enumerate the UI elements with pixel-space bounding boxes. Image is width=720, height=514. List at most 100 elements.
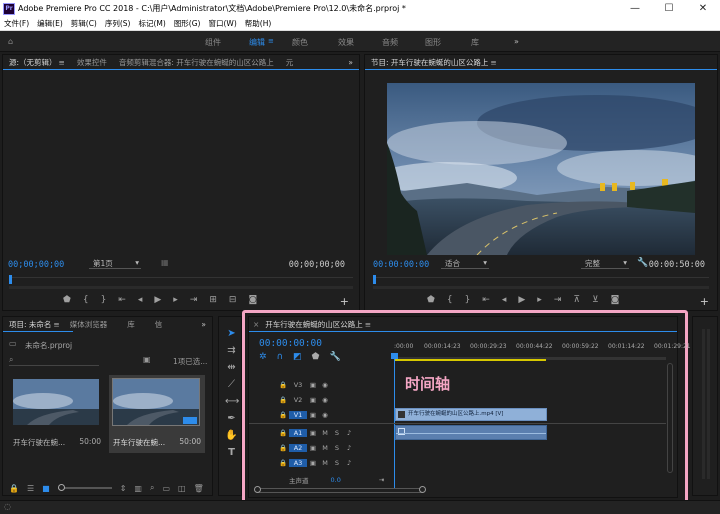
new-bin-icon[interactable]: ▣: [143, 355, 151, 364]
sync-lock-icon[interactable]: ▣: [307, 458, 319, 468]
minimize-button[interactable]: —: [618, 0, 652, 17]
time-ruler[interactable]: :00:00 00:00:14:23 00:00:29:23 00:00:44:…: [394, 343, 691, 355]
track-label[interactable]: A3: [289, 459, 307, 467]
step-forward-icon[interactable]: ▸: [173, 295, 178, 305]
workspace-color[interactable]: 颜色: [292, 37, 308, 48]
program-video-frame[interactable]: [387, 83, 695, 255]
lock-track-icon[interactable]: 🔒: [277, 428, 289, 438]
pen-tool-icon[interactable]: ✒: [225, 412, 238, 425]
track-label[interactable]: A1: [289, 429, 307, 437]
mic-icon[interactable]: ♪: [343, 458, 355, 468]
mark-in-icon[interactable]: {: [447, 295, 453, 305]
audio-clip[interactable]: [395, 425, 547, 440]
menu-sequence[interactable]: 序列(S): [101, 18, 135, 29]
new-item-icon[interactable]: ◫: [178, 484, 186, 493]
video-clip[interactable]: 开车行驶在蜿蜒的山区公路上.mp4 [V]: [395, 408, 547, 421]
mark-in-icon[interactable]: {: [83, 295, 89, 305]
program-timecode[interactable]: 00:00:00:00: [373, 260, 429, 270]
sync-lock-icon[interactable]: ▣: [307, 380, 319, 390]
camera-icon[interactable]: ◙: [248, 295, 257, 305]
sync-lock-icon[interactable]: ▣: [307, 428, 319, 438]
go-to-in-icon[interactable]: ⇤: [482, 295, 490, 305]
step-forward-icon[interactable]: ▸: [537, 295, 542, 305]
project-search-input[interactable]: ⌕: [9, 355, 99, 366]
mic-icon[interactable]: ♪: [343, 428, 355, 438]
tab-menu-icon[interactable]: ≡: [365, 320, 371, 329]
add-button-icon[interactable]: +: [700, 295, 709, 308]
lock-track-icon[interactable]: 🔒: [277, 458, 289, 468]
lock-track-icon[interactable]: 🔒: [277, 395, 289, 405]
project-item[interactable]: 开车行驶在蜿... 50:00: [109, 375, 205, 453]
type-tool-icon[interactable]: T: [225, 446, 238, 459]
find-icon[interactable]: ⌕: [150, 483, 154, 493]
scroll-handle-left[interactable]: [254, 486, 261, 493]
selection-tool-icon[interactable]: ➤: [225, 327, 238, 340]
add-marker-icon[interactable]: ⬟: [427, 295, 435, 305]
extract-icon[interactable]: ⊻: [592, 295, 599, 305]
mic-icon[interactable]: ♪: [343, 443, 355, 453]
maximize-button[interactable]: ☐: [652, 0, 686, 17]
overwrite-icon[interactable]: ⊟: [229, 295, 237, 305]
workspace-graphics[interactable]: 图形: [425, 37, 441, 48]
tab-libraries[interactable]: 库: [113, 319, 141, 330]
horizontal-scrollbar[interactable]: [254, 486, 426, 493]
home-icon[interactable]: ⌂: [8, 37, 13, 46]
step-back-icon[interactable]: ◂: [502, 295, 507, 305]
sync-lock-icon[interactable]: ▣: [307, 443, 319, 453]
source-playhead[interactable]: [9, 275, 12, 284]
tab-info[interactable]: 信: [141, 319, 169, 330]
track-label[interactable]: A2: [289, 444, 307, 452]
project-item[interactable]: 开车行驶在蜿... 50:00: [9, 375, 105, 453]
work-area-bar[interactable]: [394, 359, 546, 361]
tabs-more[interactable]: »: [195, 320, 212, 329]
menu-graphics[interactable]: 图形(G): [170, 18, 205, 29]
page-select[interactable]: 第1页 ▾: [89, 258, 141, 269]
add-marker-icon[interactable]: ⬟: [63, 295, 71, 305]
lock-track-icon[interactable]: 🔒: [277, 380, 289, 390]
tab-project[interactable]: 项目: 未命名: [3, 319, 57, 330]
tab-audio-clip-mixer[interactable]: 音频剪辑混合器: 开车行驶在蜿蜒的山区公路上: [113, 57, 280, 68]
sync-lock-icon[interactable]: ▣: [307, 395, 319, 405]
go-to-out-icon[interactable]: ⇥: [190, 295, 198, 305]
workspace-audio[interactable]: 音频: [382, 37, 398, 48]
go-to-out-icon[interactable]: ⇥: [554, 295, 562, 305]
mute-button[interactable]: M: [319, 428, 331, 438]
tab-program[interactable]: 节目: 开车行驶在蜿蜒的山区公路上: [365, 57, 494, 68]
source-scroll[interactable]: [9, 286, 353, 289]
lock-icon[interactable]: 🔒: [9, 484, 19, 493]
track-label[interactable]: V1: [289, 411, 307, 419]
menu-help[interactable]: 帮助(H): [241, 18, 276, 29]
sync-lock-icon[interactable]: ▣: [307, 410, 319, 420]
mark-out-icon[interactable]: }: [465, 295, 471, 305]
insert-icon[interactable]: ⊞: [209, 295, 217, 305]
lift-icon[interactable]: ⊼: [573, 295, 580, 305]
fit-select[interactable]: 适合 ▾: [441, 258, 489, 269]
menu-clip[interactable]: 剪辑(C): [67, 18, 101, 29]
tab-metadata[interactable]: 元: [280, 57, 300, 68]
tabs-more[interactable]: »: [342, 58, 359, 67]
play-icon[interactable]: ▶: [518, 295, 525, 305]
mark-out-icon[interactable]: }: [101, 295, 107, 305]
wrench-icon[interactable]: 🔧: [637, 258, 648, 268]
solo-button[interactable]: S: [331, 443, 343, 453]
menu-marker[interactable]: 标记(M): [134, 18, 169, 29]
scroll-handle-right[interactable]: [419, 486, 426, 493]
play-icon[interactable]: ▶: [154, 295, 161, 305]
quality-select[interactable]: 完整 ▾: [581, 258, 629, 269]
tab-effect-controls[interactable]: 效果控件: [65, 57, 113, 68]
workspace-effects[interactable]: 效果: [338, 37, 354, 48]
timeline-timecode[interactable]: 00:00:00:00: [259, 338, 322, 349]
tab-media-browser[interactable]: 媒体浏览器: [60, 319, 114, 330]
workspace-editing[interactable]: 编辑: [249, 37, 265, 48]
eye-icon[interactable]: ◉: [319, 395, 331, 405]
workspace-assembly[interactable]: 组件: [205, 37, 221, 48]
list-view-icon[interactable]: ☰: [27, 484, 34, 493]
solo-button[interactable]: S: [331, 428, 343, 438]
eye-icon[interactable]: ◉: [319, 380, 331, 390]
master-volume[interactable]: 0.0: [331, 476, 341, 484]
eye-icon[interactable]: ◉: [319, 410, 331, 420]
close-button[interactable]: ✕: [686, 0, 720, 17]
menu-edit[interactable]: 编辑(E): [33, 18, 67, 29]
razor-tool-icon[interactable]: ⟋: [225, 378, 238, 391]
tab-menu-icon[interactable]: ≡: [490, 58, 496, 67]
